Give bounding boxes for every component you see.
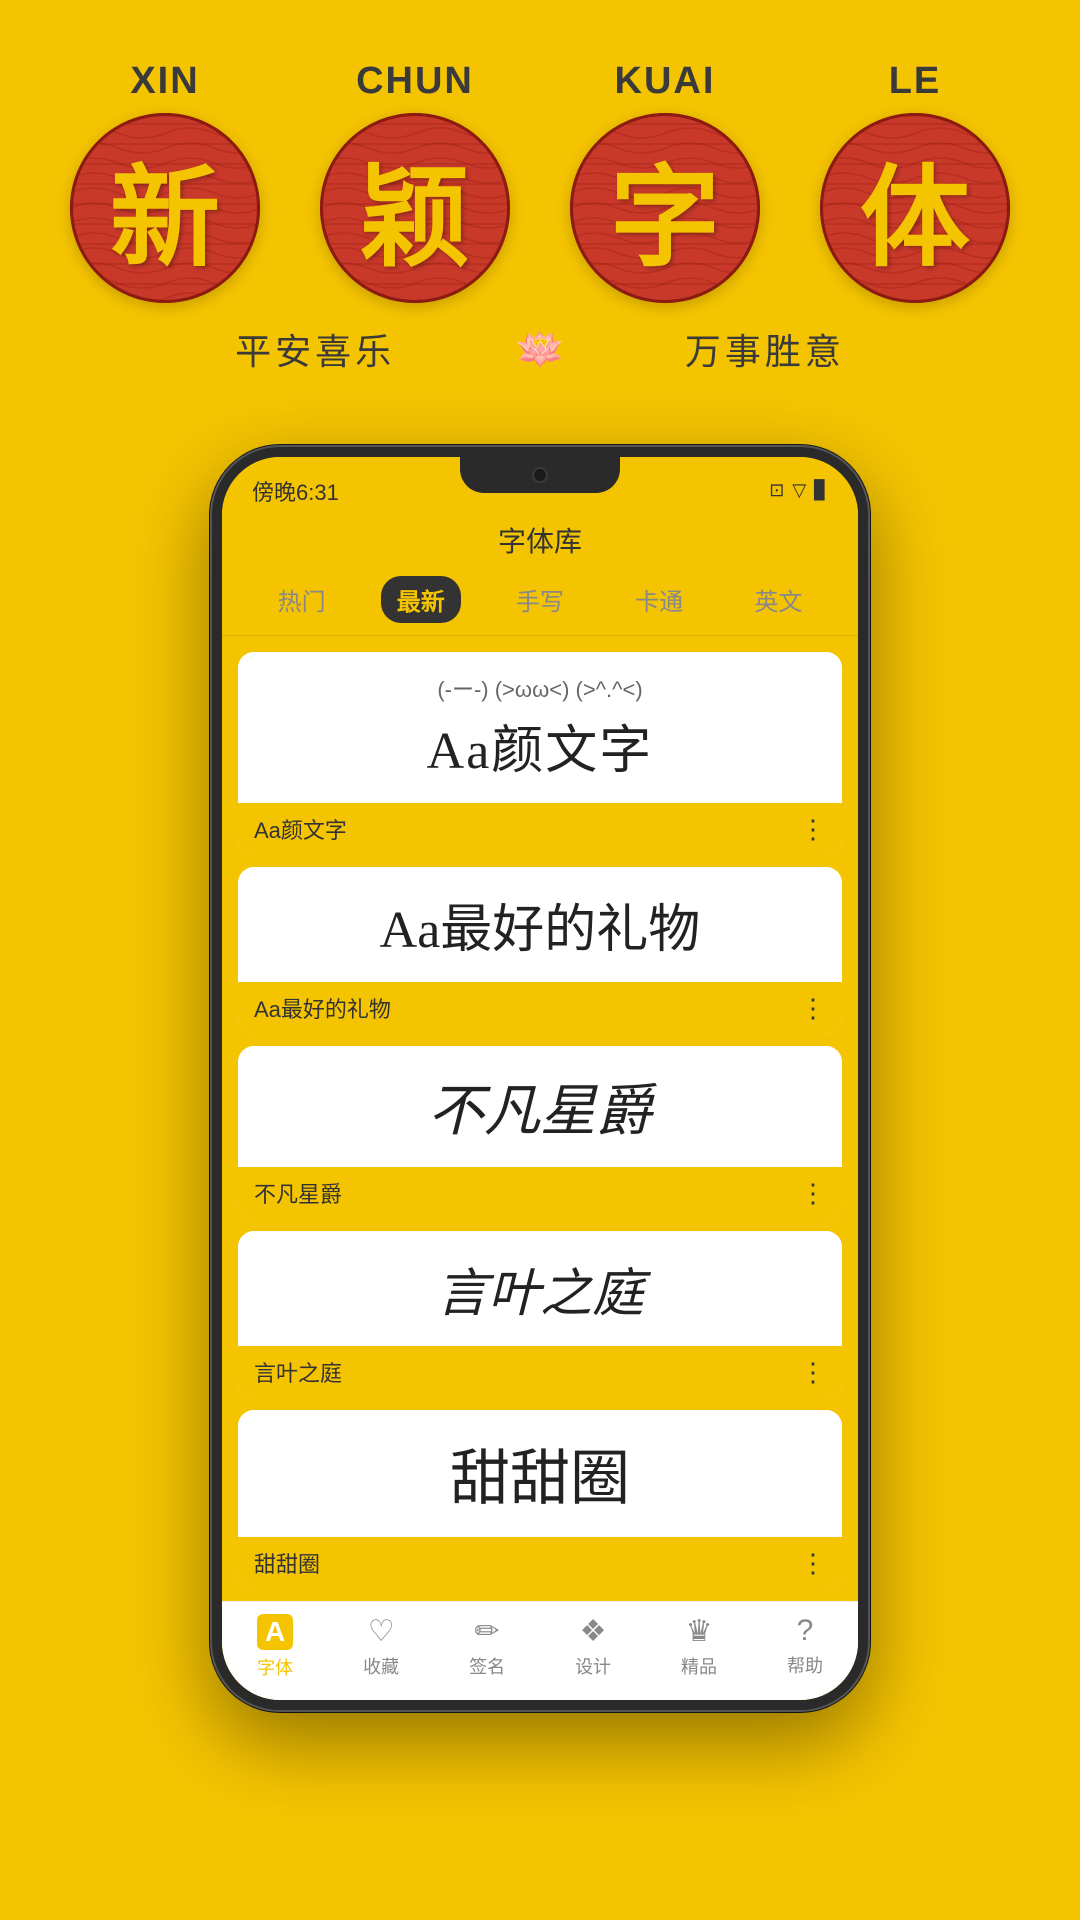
pinyin-xin: XIN bbox=[130, 60, 199, 103]
font-card-footer-1: Aa颜文字 ⋮ bbox=[238, 803, 842, 855]
wifi-icon: ▽ bbox=[792, 480, 806, 501]
app-title: 字体库 bbox=[222, 512, 858, 576]
tab-latest[interactable]: 最新 bbox=[381, 576, 461, 623]
font-card-2[interactable]: Aa最好的礼物 Aa最好的礼物 ⋮ bbox=[238, 867, 842, 1034]
camera-dot bbox=[532, 467, 548, 483]
pinyin-chun: CHUN bbox=[356, 60, 474, 103]
font-card-footer-3: 不凡星爵 ⋮ bbox=[238, 1167, 842, 1219]
char-chun-text: 颖 bbox=[360, 128, 470, 288]
subtitle-left: 平安喜乐 bbox=[235, 323, 395, 375]
nav-premium-label: 精品 bbox=[681, 1653, 717, 1679]
phone-frame: 傍晚6:31 ⊡ ▽ ▊ 字体库 热门 最新 手写 卡通 英文 bbox=[210, 445, 870, 1712]
font-preview-text-4: 言叶之庭 bbox=[436, 1251, 644, 1326]
more-button-4[interactable]: ⋮ bbox=[800, 1357, 826, 1388]
font-name-2: Aa最好的礼物 bbox=[254, 992, 391, 1024]
font-card-footer-4: 言叶之庭 ⋮ bbox=[238, 1346, 842, 1398]
circle-xin: 新 bbox=[70, 113, 260, 303]
font-preview-1: (-ー-) (>ωω<) (>^.^<) Aa颜文字 bbox=[238, 652, 842, 803]
signal-icon: ▊ bbox=[814, 480, 828, 501]
tab-cartoon[interactable]: 卡通 bbox=[619, 576, 699, 623]
lotus-icon: 🪷 bbox=[515, 326, 565, 373]
char-xin: XIN bbox=[70, 60, 260, 303]
nav-favorites-label: 收藏 bbox=[363, 1653, 399, 1679]
pinyin-characters-row: XIN bbox=[40, 60, 1040, 303]
notch bbox=[460, 457, 620, 493]
bottom-nav: A 字体 ♡ 收藏 ✏ 签名 ❖ 设计 bbox=[222, 1601, 858, 1700]
nav-favorites[interactable]: ♡ 收藏 bbox=[363, 1614, 399, 1680]
char-le: LE bbox=[820, 60, 1010, 303]
nav-favorites-icon: ♡ bbox=[368, 1614, 395, 1649]
font-preview-text-5: 甜甜圈 bbox=[450, 1430, 630, 1517]
subtitle-right: 万事胜意 bbox=[685, 323, 845, 375]
font-preview-5: 甜甜圈 bbox=[238, 1410, 842, 1537]
circle-kuai: 字 bbox=[570, 113, 760, 303]
pinyin-le: LE bbox=[889, 60, 942, 103]
nav-font-icon: A bbox=[257, 1614, 293, 1650]
phone-screen: 傍晚6:31 ⊡ ▽ ▊ 字体库 热门 最新 手写 卡通 英文 bbox=[222, 457, 858, 1700]
font-name-4: 言叶之庭 bbox=[254, 1356, 342, 1388]
status-icons: ⊡ ▽ ▊ bbox=[769, 480, 828, 501]
status-time: 傍晚6:31 bbox=[252, 475, 339, 507]
font-card-5[interactable]: 甜甜圈 甜甜圈 ⋮ bbox=[238, 1410, 842, 1589]
char-kuai: KUAI bbox=[570, 60, 760, 303]
tabs-row[interactable]: 热门 最新 手写 卡通 英文 bbox=[222, 576, 858, 636]
font-preview-text-3: 不凡星爵 bbox=[428, 1066, 652, 1147]
font-card-3[interactable]: 不凡星爵 不凡星爵 ⋮ bbox=[238, 1046, 842, 1219]
pinyin-kuai: KUAI bbox=[615, 60, 716, 103]
subtitle-row: 平安喜乐 🪷 万事胜意 bbox=[40, 323, 1040, 375]
nav-help[interactable]: ? 帮助 bbox=[787, 1614, 823, 1680]
circle-le: 体 bbox=[820, 113, 1010, 303]
font-card-footer-2: Aa最好的礼物 ⋮ bbox=[238, 982, 842, 1034]
top-banner: XIN bbox=[0, 0, 1080, 415]
nav-help-label: 帮助 bbox=[787, 1652, 823, 1678]
font-preview-3: 不凡星爵 bbox=[238, 1046, 842, 1167]
phone-mockup-wrapper: 傍晚6:31 ⊡ ▽ ▊ 字体库 热门 最新 手写 卡通 英文 bbox=[0, 445, 1080, 1772]
nav-font[interactable]: A 字体 bbox=[257, 1614, 293, 1680]
char-le-text: 体 bbox=[860, 128, 970, 288]
font-name-1: Aa颜文字 bbox=[254, 813, 347, 845]
nav-design[interactable]: ❖ 设计 bbox=[575, 1614, 611, 1680]
font-preview-text-1: Aa颜文字 bbox=[427, 708, 654, 783]
nav-design-label: 设计 bbox=[575, 1653, 611, 1679]
font-name-3: 不凡星爵 bbox=[254, 1177, 342, 1209]
font-card-1[interactable]: (-ー-) (>ωω<) (>^.^<) Aa颜文字 Aa颜文字 ⋮ bbox=[238, 652, 842, 855]
tab-handwrite[interactable]: 手写 bbox=[500, 576, 580, 623]
nav-signature-label: 签名 bbox=[469, 1653, 505, 1679]
circle-chun: 颖 bbox=[320, 113, 510, 303]
font-card-4[interactable]: 言叶之庭 言叶之庭 ⋮ bbox=[238, 1231, 842, 1398]
font-preview-2: Aa最好的礼物 bbox=[238, 867, 842, 982]
nav-premium[interactable]: ♛ 精品 bbox=[681, 1614, 717, 1680]
nav-help-icon: ? bbox=[797, 1614, 814, 1648]
nav-signature-icon: ✏ bbox=[475, 1614, 500, 1649]
nav-signature[interactable]: ✏ 签名 bbox=[469, 1614, 505, 1680]
status-bar: 傍晚6:31 ⊡ ▽ ▊ bbox=[222, 457, 858, 512]
font-list: (-ー-) (>ωω<) (>^.^<) Aa颜文字 Aa颜文字 ⋮ Aa最好的… bbox=[222, 636, 858, 1589]
app-content: 字体库 热门 最新 手写 卡通 英文 (-ー-) (>ωω<) (>^. bbox=[222, 512, 858, 1700]
battery-icon: ⊡ bbox=[769, 480, 784, 501]
more-button-2[interactable]: ⋮ bbox=[800, 993, 826, 1024]
char-chun: CHUN bbox=[320, 60, 510, 303]
nav-font-label: 字体 bbox=[257, 1654, 293, 1680]
nav-design-icon: ❖ bbox=[580, 1614, 607, 1649]
font-name-5: 甜甜圈 bbox=[254, 1547, 320, 1579]
nav-premium-icon: ♛ bbox=[686, 1614, 713, 1649]
font-card-footer-5: 甜甜圈 ⋮ bbox=[238, 1537, 842, 1589]
char-xin-text: 新 bbox=[110, 128, 220, 288]
char-kuai-text: 字 bbox=[610, 128, 720, 288]
tab-english[interactable]: 英文 bbox=[738, 576, 818, 623]
more-button-3[interactable]: ⋮ bbox=[800, 1178, 826, 1209]
font-preview-text-2: Aa最好的礼物 bbox=[380, 887, 701, 962]
more-button-5[interactable]: ⋮ bbox=[800, 1548, 826, 1579]
font-preview-4: 言叶之庭 bbox=[238, 1231, 842, 1346]
more-button-1[interactable]: ⋮ bbox=[800, 814, 826, 845]
tab-hot[interactable]: 热门 bbox=[262, 576, 342, 623]
